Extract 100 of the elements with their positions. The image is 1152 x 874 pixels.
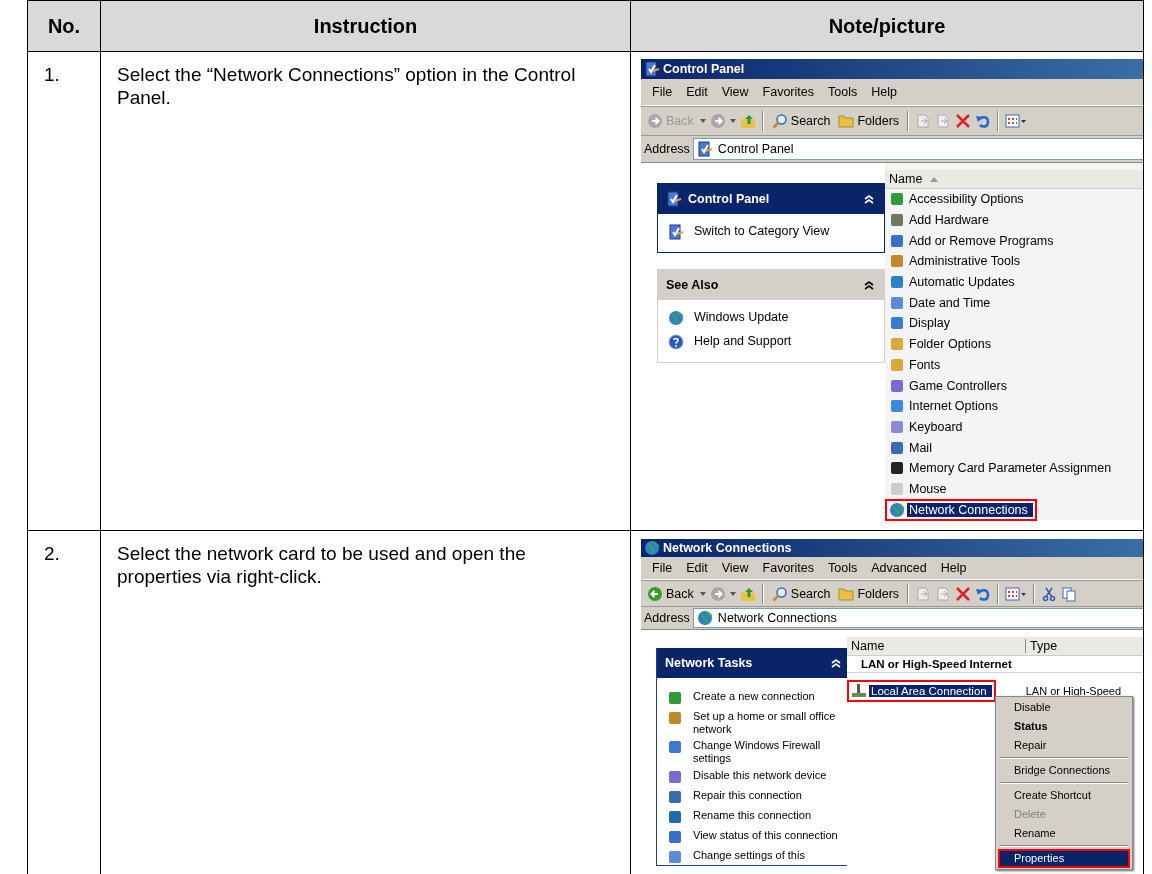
menu-item[interactable]: Favorites — [755, 561, 821, 575]
window-title: Control Panel — [663, 62, 745, 76]
menu-item[interactable]: Rename — [998, 824, 1130, 843]
move-to-icon[interactable] — [915, 585, 932, 602]
folder-up-icon[interactable] — [739, 113, 756, 129]
column-header[interactable]: Name — [847, 639, 1026, 653]
control-panel-icon — [666, 191, 682, 207]
dropdown-caret-icon[interactable] — [729, 119, 736, 123]
list-item[interactable]: Add Hardware — [885, 209, 998, 232]
views-icon[interactable] — [1005, 113, 1028, 129]
menu-item[interactable]: Status — [998, 717, 1130, 736]
menu-item[interactable]: Tools — [821, 85, 865, 99]
instruction-text: Select the “Network Connections” option in the Control Panel. — [117, 64, 577, 110]
column-header: Note/picture — [630, 0, 1144, 52]
menu-item[interactable]: Repair — [998, 736, 1130, 755]
list-item[interactable]: Game Controllers — [885, 374, 1016, 397]
task-icon — [667, 768, 683, 785]
folder-icon[interactable] — [838, 113, 855, 129]
delete-icon[interactable] — [955, 585, 972, 602]
item-icon — [889, 418, 905, 435]
address-field[interactable]: Control Panel — [692, 138, 1143, 160]
task-link[interactable]: Change Windows Firewall settings — [667, 739, 843, 765]
dropdown-caret-icon[interactable] — [729, 591, 736, 596]
move-to-icon[interactable] — [915, 113, 932, 129]
panel-header[interactable]: See Also — [658, 270, 884, 300]
folders-button[interactable]: Folders — [836, 113, 902, 129]
item-icon — [889, 480, 905, 497]
task-link[interactable]: Create a new connection — [667, 690, 843, 706]
list-item[interactable]: Add or Remove Programs — [885, 229, 1063, 252]
list-item[interactable]: Network Connections — [885, 498, 1037, 521]
delete-icon[interactable] — [955, 113, 972, 129]
list-item[interactable]: Accessibility Options — [885, 188, 1033, 211]
list-item[interactable]: Date and Time — [885, 291, 1000, 314]
menu-item[interactable]: Help — [864, 85, 904, 99]
list-item[interactable]: Internet Options — [885, 395, 1007, 418]
list-item[interactable]: Local Area Connection — [847, 680, 996, 702]
search-button[interactable]: Search — [769, 113, 833, 129]
menu-item[interactable]: Help — [933, 561, 974, 575]
panel-header[interactable]: Control Panel — [658, 184, 884, 214]
step-number: 1. — [27, 51, 101, 531]
panel-title: See Also — [666, 278, 720, 292]
dropdown-caret-icon[interactable] — [699, 119, 706, 123]
list-item[interactable]: Administrative Tools — [885, 250, 1029, 273]
list-item[interactable]: Automatic Updates — [885, 271, 1024, 294]
views-icon[interactable] — [1005, 585, 1028, 602]
search-icon[interactable] — [771, 113, 788, 129]
list-item[interactable]: Display — [885, 312, 959, 335]
search-icon[interactable] — [771, 585, 788, 602]
menu-item[interactable]: Properties — [998, 849, 1130, 868]
forward-icon[interactable] — [709, 113, 726, 129]
item-icon — [889, 398, 905, 415]
folders-button[interactable]: Folders — [836, 585, 902, 602]
menu-item[interactable]: Tools — [821, 561, 865, 575]
task-link[interactable]: Disable this network device — [667, 768, 843, 785]
menu-item[interactable]: Favorites — [755, 85, 821, 99]
back-icon[interactable] — [647, 113, 663, 129]
item-icon — [889, 356, 905, 373]
task-link[interactable]: Rename this connection — [667, 808, 843, 825]
menu-item[interactable]: Advanced — [864, 561, 934, 575]
item-icon — [889, 377, 905, 394]
copy-to-icon[interactable] — [935, 585, 952, 602]
list-item[interactable]: Keyboard — [885, 415, 972, 438]
dropdown-caret-icon[interactable] — [699, 591, 706, 596]
list-item[interactable]: Mail — [885, 436, 941, 459]
undo-icon[interactable] — [975, 113, 992, 129]
menu-item[interactable]: Disable — [998, 698, 1130, 717]
forward-icon[interactable] — [709, 585, 726, 602]
menu-item[interactable]: Edit — [679, 85, 715, 99]
list-item[interactable]: Fonts — [885, 353, 950, 376]
list-item[interactable]: Memory Card Parameter Assignmen — [885, 457, 1121, 480]
copy-icon[interactable] — [1061, 585, 1078, 602]
menu-item[interactable]: File — [645, 561, 680, 575]
search-button[interactable]: Search — [769, 585, 833, 602]
menu-item[interactable]: View — [714, 85, 756, 99]
list-item[interactable]: Folder Options — [885, 333, 1000, 356]
cut-icon[interactable] — [1041, 585, 1058, 602]
address-field[interactable]: Network Connections — [692, 608, 1143, 628]
task-link[interactable]: Repair this connection — [667, 788, 843, 805]
menu-item[interactable]: Edit — [679, 561, 715, 575]
task-link[interactable]: Set up a home or small office network — [667, 710, 843, 736]
column-header[interactable]: Name — [885, 172, 943, 186]
task-link[interactable]: Change settings of this — [667, 848, 843, 865]
task-link[interactable]: Help and Support — [668, 334, 876, 350]
task-icon — [668, 334, 684, 350]
task-icon — [667, 710, 683, 726]
copy-to-icon[interactable] — [935, 113, 952, 129]
collapse-chevron-icon[interactable] — [864, 280, 874, 290]
item-icon — [889, 253, 905, 270]
task-link[interactable]: View status of this connection — [667, 828, 843, 845]
folder-up-icon[interactable] — [739, 585, 756, 602]
menu-item[interactable]: View — [714, 561, 756, 575]
menu-item[interactable]: Create Shortcut — [998, 786, 1130, 805]
menu-item[interactable]: File — [645, 85, 680, 99]
list-item[interactable]: Mouse — [885, 477, 956, 500]
task-link[interactable]: Windows Update — [668, 310, 876, 326]
column-header[interactable]: Type — [1026, 639, 1062, 653]
task-link[interactable]: Switch to Category View — [668, 224, 876, 240]
back-button[interactable]: Back — [645, 585, 696, 602]
item-icon — [889, 191, 905, 208]
menu-item[interactable]: Bridge Connections — [998, 761, 1130, 780]
